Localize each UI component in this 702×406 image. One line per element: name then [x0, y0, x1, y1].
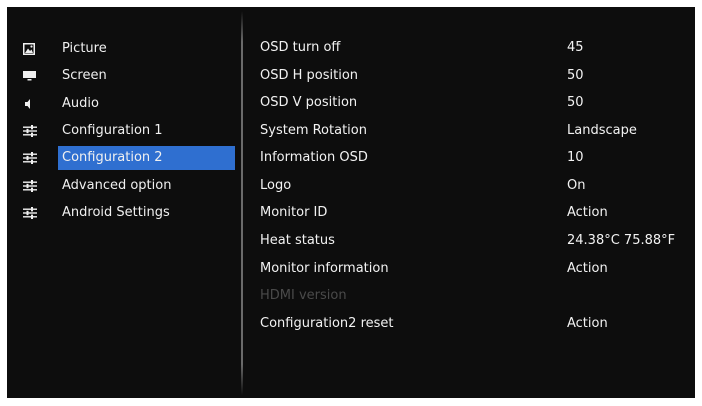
setting-name: OSD turn off	[260, 40, 341, 55]
setting-system-rotation[interactable]: System Rotation Landscape	[260, 119, 690, 143]
sidebar-item-label: Screen	[62, 68, 107, 83]
sidebar-item-screen[interactable]: Screen	[23, 64, 235, 88]
setting-name: Monitor information	[260, 261, 389, 276]
setting-value: Action	[567, 316, 608, 331]
setting-value: Action	[567, 205, 608, 220]
setting-osd-v-position[interactable]: OSD V position 50	[260, 91, 690, 115]
sidebar-item-label: Android Settings	[62, 205, 170, 220]
sidebar-item-advanced-option[interactable]: Advanced option	[23, 174, 235, 198]
setting-name: Information OSD	[260, 150, 368, 165]
sliders-icon	[23, 174, 43, 198]
speaker-icon	[23, 92, 43, 116]
setting-heat-status[interactable]: Heat status 24.38°C 75.88°F	[260, 229, 690, 253]
setting-name: OSD V position	[260, 95, 358, 110]
setting-information-osd[interactable]: Information OSD 10	[260, 146, 690, 170]
setting-configuration2-reset[interactable]: Configuration2 reset Action	[260, 312, 690, 336]
setting-value: 24.38°C 75.88°F	[567, 233, 676, 248]
setting-name: Monitor ID	[260, 205, 328, 220]
sidebar-item-label: Picture	[62, 41, 107, 56]
setting-name: Configuration2 reset	[260, 316, 394, 331]
setting-value: On	[567, 178, 586, 193]
setting-monitor-information[interactable]: Monitor information Action	[260, 257, 690, 281]
picture-icon	[23, 37, 43, 61]
sidebar-item-label: Configuration 2	[58, 146, 235, 170]
setting-value: 50	[567, 68, 584, 83]
category-sidebar: Picture Screen Audio Configuration 1 Con…	[7, 7, 240, 398]
setting-osd-h-position[interactable]: OSD H position 50	[260, 64, 690, 88]
setting-logo[interactable]: Logo On	[260, 174, 690, 198]
setting-value: 10	[567, 150, 584, 165]
sliders-icon	[23, 119, 43, 143]
sidebar-item-configuration-2[interactable]: Configuration 2	[23, 146, 235, 170]
setting-name: OSD H position	[260, 68, 359, 83]
osd-menu: Picture Screen Audio Configuration 1 Con…	[7, 7, 695, 398]
setting-value: Landscape	[567, 123, 637, 138]
sidebar-item-label: Advanced option	[62, 178, 172, 193]
setting-value: Action	[567, 261, 608, 276]
setting-value: 45	[567, 40, 584, 55]
settings-list: OSD turn off 45 OSD H position 50 OSD V …	[260, 7, 695, 398]
sidebar-item-configuration-1[interactable]: Configuration 1	[23, 119, 235, 143]
vertical-divider	[241, 11, 243, 395]
sliders-icon	[23, 146, 43, 170]
setting-osd-turn-off[interactable]: OSD turn off 45	[260, 36, 690, 60]
screen-icon	[23, 64, 43, 88]
setting-name: HDMI version	[260, 288, 347, 303]
setting-name: Heat status	[260, 233, 335, 248]
sidebar-item-label: Configuration 1	[62, 123, 163, 138]
sidebar-item-label: Audio	[62, 96, 99, 111]
setting-name: System Rotation	[260, 123, 367, 138]
sidebar-item-android-settings[interactable]: Android Settings	[23, 201, 235, 225]
sidebar-item-picture[interactable]: Picture	[23, 37, 235, 61]
setting-value: 50	[567, 95, 584, 110]
sliders-icon	[23, 201, 43, 225]
setting-monitor-id[interactable]: Monitor ID Action	[260, 201, 690, 225]
setting-name: Logo	[260, 178, 292, 193]
setting-hdmi-version: HDMI version	[260, 284, 690, 308]
sidebar-item-audio[interactable]: Audio	[23, 92, 235, 116]
